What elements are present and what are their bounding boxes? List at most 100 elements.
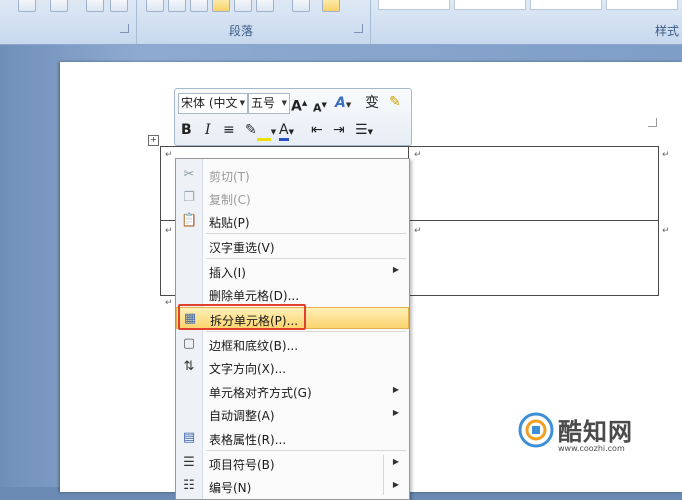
- font-color-icon: A: [279, 122, 289, 141]
- table-border: [160, 146, 161, 296]
- styles-group-label: 样式: [655, 24, 680, 38]
- table-border: [658, 146, 659, 296]
- menu-separator: [206, 233, 406, 234]
- style-gallery-item[interactable]: [530, 0, 602, 10]
- align-right-button[interactable]: [190, 0, 208, 12]
- menu-item-insert[interactable]: 插入(I) ▶: [176, 260, 409, 282]
- submenu-arrow-icon: ▶: [392, 480, 399, 489]
- style-gallery-item[interactable]: [378, 0, 450, 10]
- menu-item-label: 项目符号(B): [209, 458, 275, 472]
- menu-item-numbering[interactable]: ☷ 编号(N) ▶: [176, 475, 409, 497]
- split-button-divider: [383, 455, 384, 495]
- increase-indent-icon[interactable]: ⇥: [333, 121, 345, 139]
- ribbon-format-button[interactable]: [50, 0, 68, 12]
- ribbon-format-button[interactable]: [18, 0, 36, 12]
- font-size-box[interactable]: 五号 ▼: [248, 93, 290, 114]
- cell-end-mark: ↵: [414, 226, 422, 236]
- menu-item-bullets[interactable]: ☰ 项目符号(B) ▶: [176, 452, 409, 474]
- style-gallery-item[interactable]: [454, 0, 526, 10]
- menu-item-cut[interactable]: ✂ 剪切(T): [176, 164, 409, 186]
- format-painter-icon[interactable]: ✎: [389, 93, 401, 111]
- align-left-button[interactable]: [146, 0, 164, 12]
- menu-item-label: 单元格对齐方式(G): [209, 386, 312, 400]
- align-center-button[interactable]: [168, 0, 186, 12]
- menu-item-reconvert[interactable]: 汉字重选(V): [176, 235, 409, 257]
- font-dialog-launcher[interactable]: [120, 24, 129, 33]
- ribbon: 段落 样式: [0, 0, 682, 45]
- group-separator: [136, 0, 137, 44]
- cell-end-mark: ↵: [165, 226, 173, 236]
- menu-item-label: 复制(C): [209, 193, 251, 207]
- grow-font-button[interactable]: A▲: [291, 94, 307, 116]
- italic-button[interactable]: I: [205, 121, 211, 139]
- menu-separator: [206, 450, 406, 451]
- decrease-indent-icon[interactable]: ⇤: [311, 121, 323, 139]
- menu-item-paste[interactable]: 📋 粘贴(P): [176, 210, 409, 232]
- text-direction-icon: ⇅: [183, 359, 195, 374]
- copy-icon: ❐: [183, 190, 195, 205]
- highlighter-icon: ✎: [245, 122, 257, 138]
- table-border: [160, 146, 658, 147]
- phonetic-guide-button[interactable]: 变: [365, 94, 379, 112]
- menu-separator: [206, 331, 406, 332]
- styles-icon: A: [335, 95, 346, 111]
- ribbon-insert-button[interactable]: [110, 0, 128, 12]
- menu-item-label: 剪切(T): [209, 170, 250, 184]
- style-gallery-item[interactable]: [606, 0, 678, 10]
- table-move-handle[interactable]: +: [148, 135, 159, 146]
- menu-item-delete-cells[interactable]: 删除单元格(D)...: [176, 283, 409, 305]
- highlight-button[interactable]: ✎ ▼: [245, 121, 276, 141]
- font-size-value: 五号: [251, 96, 276, 110]
- menu-item-copy[interactable]: ❐ 复制(C): [176, 187, 409, 209]
- font-name-box[interactable]: 宋体 (中文 ▼: [178, 93, 248, 114]
- shrink-font-button[interactable]: A▼: [313, 96, 327, 118]
- cell-end-mark: ↵: [414, 150, 422, 160]
- borders-button[interactable]: [322, 0, 340, 12]
- paragraph-group-label: 段落: [229, 24, 254, 38]
- numbering-icon: ☷: [183, 478, 195, 493]
- table-properties-icon: ▤: [182, 430, 196, 445]
- menu-item-label: 文字方向(X)...: [209, 362, 287, 376]
- submenu-arrow-icon: ▶: [392, 265, 399, 274]
- menu-item-text-direction[interactable]: ⇅ 文字方向(X)...: [176, 356, 409, 378]
- center-align-icon[interactable]: ≡: [223, 121, 235, 139]
- bullets-button[interactable]: ☰▼: [355, 121, 373, 141]
- menu-item-autofit[interactable]: 自动调整(A) ▶: [176, 403, 409, 425]
- list-icon: ☰: [355, 122, 368, 138]
- bullets-icon: ☰: [183, 455, 195, 470]
- mini-toolbar: 宋体 (中文 ▼ 五号 ▼ A▲ A▼ A▼ 变 ✎ B I ≡ ✎ ▼ A▼ ⇤ ⇥…: [174, 88, 412, 146]
- menu-item-label: 粘贴(P): [209, 216, 250, 230]
- menu-item-borders[interactable]: ▢ 边框和底纹(B)...: [176, 333, 409, 355]
- watermark-logo-icon: [518, 412, 554, 448]
- grow-font-icon: A: [291, 98, 302, 115]
- paragraph-dialog-launcher[interactable]: [354, 24, 363, 33]
- menu-item-label: 删除单元格(D)...: [209, 289, 300, 303]
- menu-item-label: 编号(N): [209, 481, 252, 495]
- menu-item-table-properties[interactable]: ▤ 表格属性(R)...: [176, 427, 409, 449]
- submenu-arrow-icon: ▶: [392, 408, 399, 417]
- menu-item-label: 插入(I): [209, 266, 246, 280]
- phonetic-icon: 变: [365, 95, 379, 111]
- shading-button[interactable]: [292, 0, 310, 12]
- bold-button[interactable]: B: [181, 121, 192, 139]
- font-name-value: 宋体 (中文: [181, 96, 238, 110]
- justify-button[interactable]: [212, 0, 230, 12]
- ribbon-format-button[interactable]: [86, 0, 104, 12]
- italic-icon: I: [205, 122, 211, 138]
- menu-separator: [206, 258, 406, 259]
- group-separator: [370, 0, 371, 44]
- chevron-down-icon: ▼: [281, 99, 287, 107]
- menu-item-label: 表格属性(R)...: [209, 433, 287, 447]
- borders-icon: ▢: [182, 336, 196, 351]
- paragraph-mark: ↵: [165, 298, 173, 308]
- watermark: 酷知网 www.coozhi.com: [518, 410, 668, 460]
- highlight-callout: [178, 304, 306, 330]
- font-color-button[interactable]: A▼: [279, 121, 294, 141]
- distribute-button[interactable]: [234, 0, 252, 12]
- bold-icon: B: [181, 122, 192, 138]
- line-spacing-button[interactable]: [256, 0, 274, 12]
- menu-item-cell-alignment[interactable]: 单元格对齐方式(G) ▶: [176, 380, 409, 402]
- styles-button[interactable]: A▼: [335, 94, 351, 114]
- menu-item-label: 边框和底纹(B)...: [209, 339, 299, 353]
- menu-item-label: 自动调整(A): [209, 409, 275, 423]
